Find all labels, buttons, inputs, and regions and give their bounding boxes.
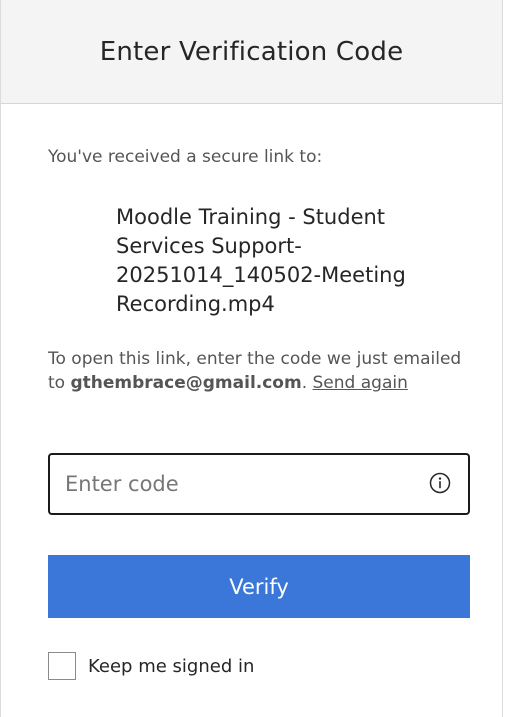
file-name: Moodle Training - Student Services Suppo… — [116, 205, 406, 316]
keep-signed-in-checkbox[interactable] — [48, 652, 76, 680]
intro-text: You've received a secure link to: — [48, 147, 323, 167]
verify-button[interactable]: Verify — [48, 555, 470, 618]
verification-dialog: Enter Verification Code You've received … — [0, 0, 503, 717]
recipient-email: gthembrace@gmail.com — [70, 373, 302, 393]
keep-signed-in-label: Keep me signed in — [88, 655, 255, 677]
code-field — [48, 453, 470, 515]
info-circle-icon[interactable] — [429, 472, 451, 494]
code-input[interactable] — [50, 455, 390, 513]
send-again-link[interactable]: Send again — [313, 373, 408, 393]
instructions-text: To open this link, enter the code we jus… — [48, 347, 468, 395]
dialog-title: Enter Verification Code — [99, 36, 404, 67]
keep-signed-in-option[interactable]: Keep me signed in — [48, 652, 254, 680]
dialog-header: Enter Verification Code — [1, 0, 502, 104]
instructions-separator: . — [301, 373, 313, 393]
